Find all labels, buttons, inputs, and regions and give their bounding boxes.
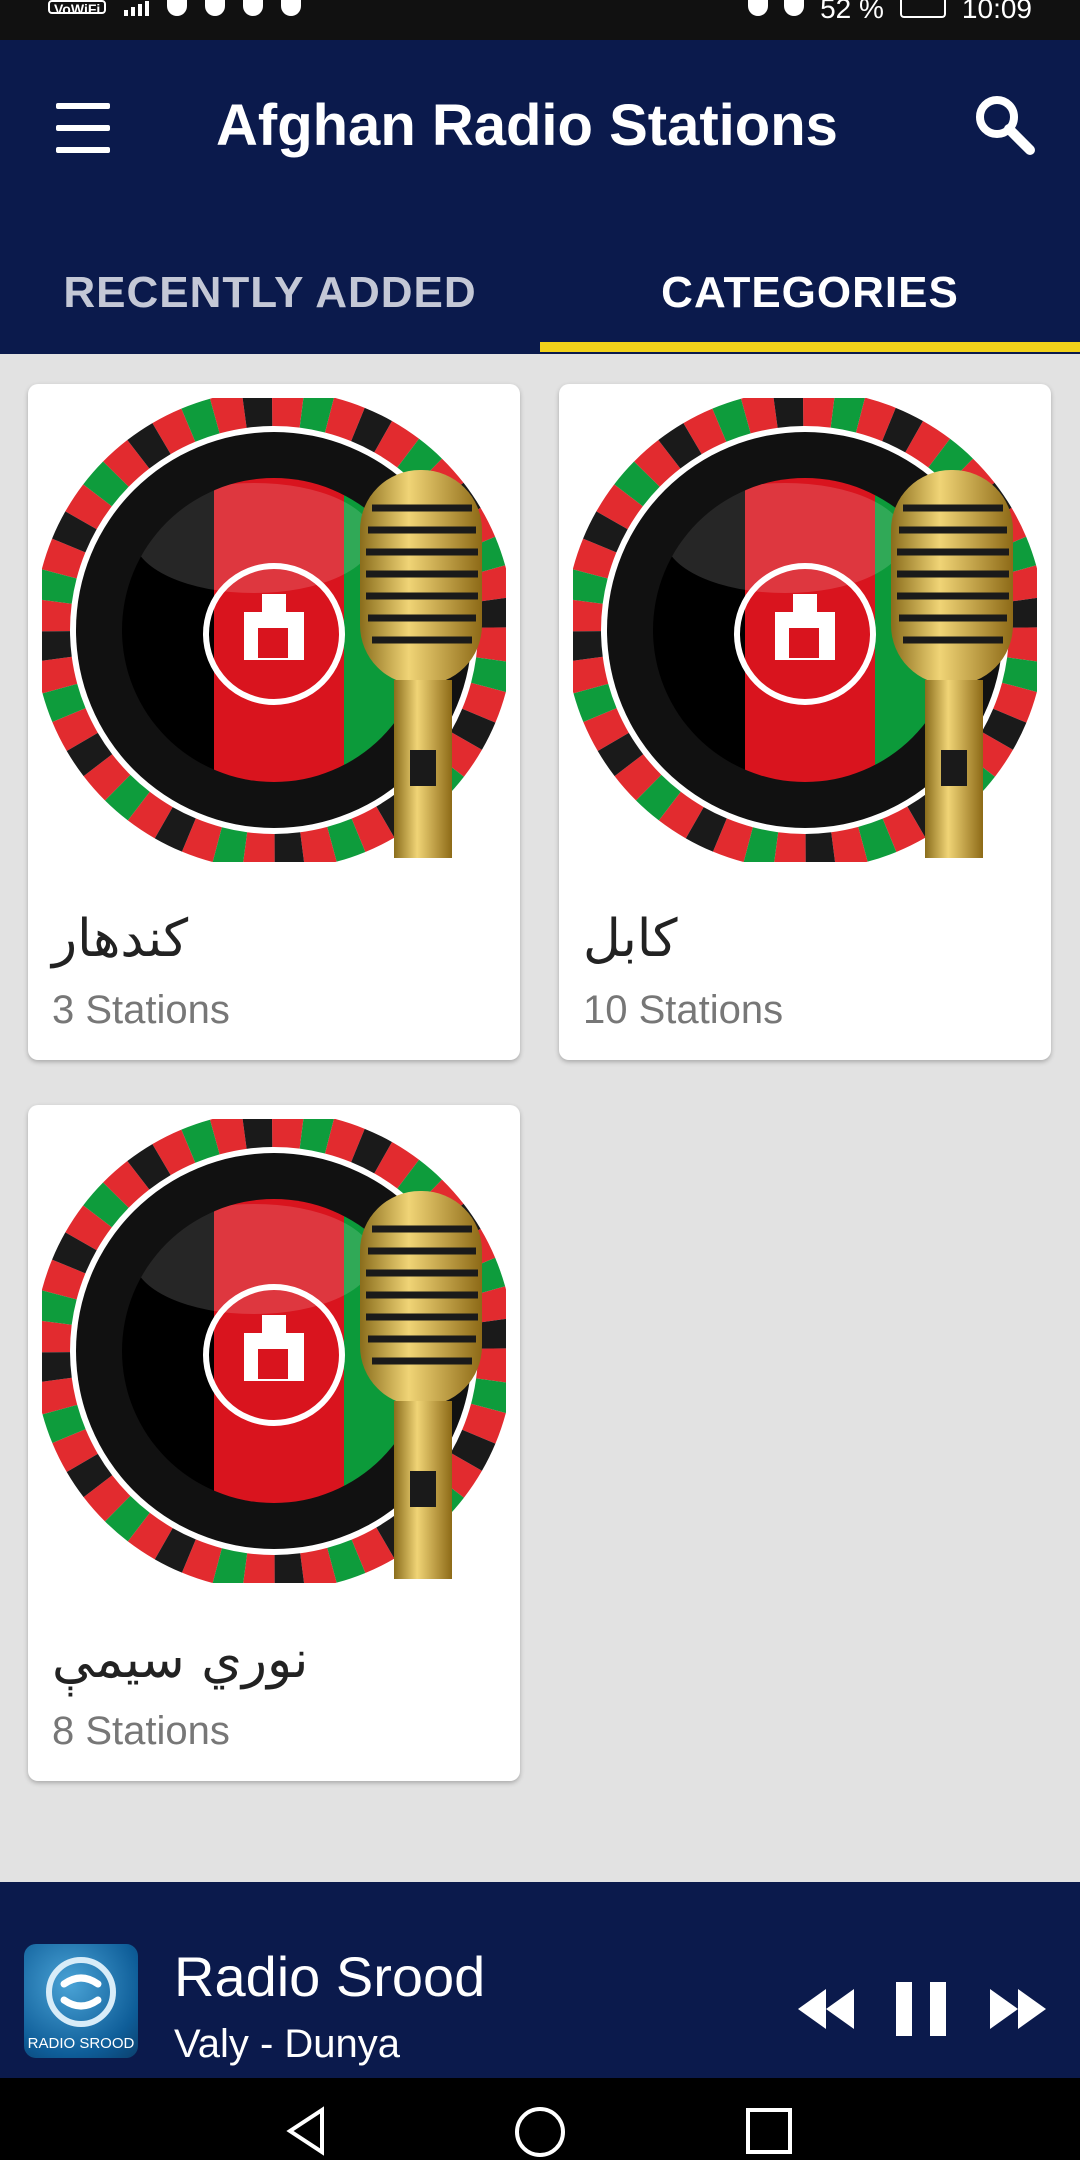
category-card-other-regions[interactable]: نوري سیمې 8 Stations	[28, 1105, 520, 1781]
app-bar: Afghan Radio Stations RECENTLY ADDED CAT…	[0, 40, 1080, 354]
vowifi-indicator: VoWiFi	[48, 0, 107, 16]
player-station-name: Radio Srood	[174, 1945, 486, 2008]
category-name: نوري سیمې	[52, 1630, 309, 1690]
recents-icon[interactable]	[744, 2106, 794, 2156]
home-icon[interactable]	[512, 2104, 568, 2160]
tab-recently-added[interactable]: RECENTLY ADDED	[0, 250, 540, 354]
category-card-kandahar[interactable]: کندهار 3 Stations	[28, 384, 520, 1060]
tab-categories-label: CATEGORIES	[661, 268, 959, 317]
system-nav-bar	[0, 2078, 1080, 2160]
signal-icon	[124, 0, 150, 16]
tab-categories[interactable]: CATEGORIES	[540, 250, 1080, 354]
previous-icon[interactable]	[796, 1974, 856, 2044]
clock: 10:09	[961, 0, 1032, 24]
station-logo-text: RADIO SROOD	[28, 2035, 135, 2052]
player-track-title: Valy - Dunya	[174, 2022, 401, 2066]
category-station-count: 8 Stations	[52, 1709, 230, 1753]
search-icon[interactable]	[970, 90, 1040, 160]
battery-icon	[899, 0, 946, 18]
next-icon[interactable]	[988, 1974, 1048, 2044]
mini-player[interactable]: RADIO SROOD Radio Srood Valy - Dunya	[0, 1882, 1080, 2078]
battery-percent: 52 %	[820, 0, 884, 24]
afghan-radio-emblem-icon	[42, 1119, 506, 1583]
category-name: کابل	[583, 909, 678, 969]
category-name: کندهار	[52, 909, 189, 969]
cast-icon	[748, 0, 769, 16]
hotspot-icon	[205, 0, 226, 16]
category-station-count: 10 Stations	[583, 988, 784, 1032]
eye-comfort-icon	[784, 0, 805, 16]
hamburger-menu-icon[interactable]	[52, 103, 114, 153]
pause-icon[interactable]	[894, 1974, 950, 2044]
tab-recently-added-label: RECENTLY ADDED	[63, 268, 477, 317]
status-bar: VoWiFi 52 % 10:09	[0, 0, 1080, 40]
afghan-radio-emblem-icon	[573, 398, 1037, 862]
category-card-kabul[interactable]: کابل 10 Stations	[559, 384, 1051, 1060]
afghan-radio-emblem-icon	[42, 398, 506, 862]
back-icon[interactable]	[284, 2106, 328, 2156]
category-station-count: 3 Stations	[52, 988, 230, 1032]
app-title: Afghan Radio Stations	[216, 93, 838, 158]
app-notification-icon-2	[281, 0, 302, 16]
app-notification-icon	[243, 0, 264, 16]
station-logo: RADIO SROOD	[24, 1944, 138, 2058]
wifi-icon	[167, 0, 188, 16]
tab-indicator	[540, 342, 1080, 352]
